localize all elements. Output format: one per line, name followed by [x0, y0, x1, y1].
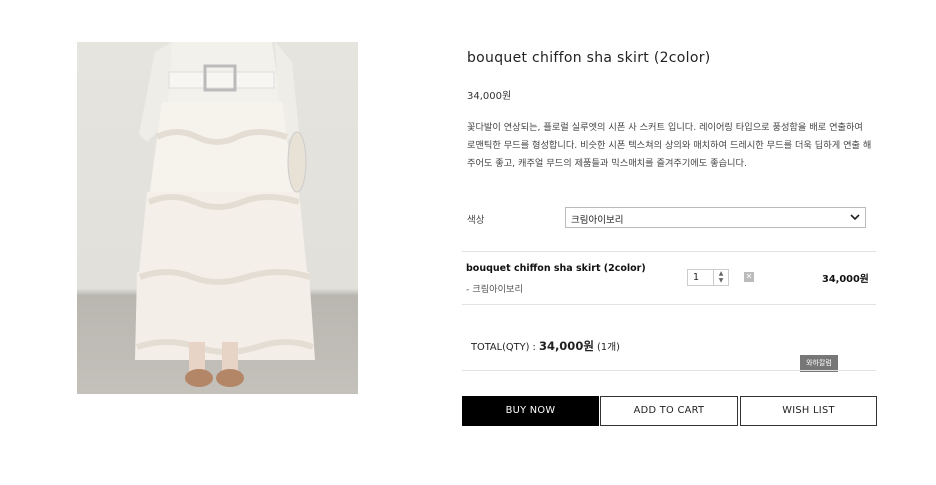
color-option-label: 색상 [467, 215, 485, 226]
chevron-down-icon [850, 214, 860, 221]
selected-item-name: bouquet chiffon sha skirt (2color) [466, 263, 646, 274]
product-image-illustration [135, 42, 315, 387]
color-select[interactable]: 크림아이보리 [565, 207, 866, 228]
buy-now-button[interactable]: BUY NOW [462, 396, 599, 426]
color-select-value: 크림아이보리 [571, 215, 624, 226]
quantity-down-icon[interactable]: ▼ [714, 277, 728, 284]
quantity-stepper[interactable]: 1 ▲ ▼ [687, 269, 729, 286]
total-count: (1개) [593, 342, 620, 353]
total-label: TOTAL(QTY) : [471, 342, 539, 353]
quantity-up-icon[interactable]: ▲ [714, 270, 728, 277]
total-summary: TOTAL(QTY) : 34,000원 (1개) [471, 338, 620, 354]
wish-list-button[interactable]: WISH LIST [740, 396, 877, 426]
divider [462, 370, 876, 371]
divider [462, 304, 876, 305]
selected-item-price: 34,000원 [822, 274, 869, 285]
divider [462, 251, 876, 252]
product-price: 34,000원 [467, 91, 512, 102]
product-title: bouquet chiffon sha skirt (2color) [467, 50, 711, 66]
total-amount: 34,000원 [538, 339, 594, 353]
product-image [77, 42, 358, 394]
remove-item-icon[interactable]: ✕ [744, 272, 754, 282]
selected-item-option: - 크림아이보리 [466, 284, 523, 295]
product-description: 꽃다발이 연상되는, 플로럴 실루엣의 시폰 사 스커트 입니다. 레이어링 타… [467, 122, 872, 169]
add-to-cart-button[interactable]: ADD TO CART [600, 396, 738, 426]
quantity-value[interactable]: 1 [693, 272, 699, 283]
